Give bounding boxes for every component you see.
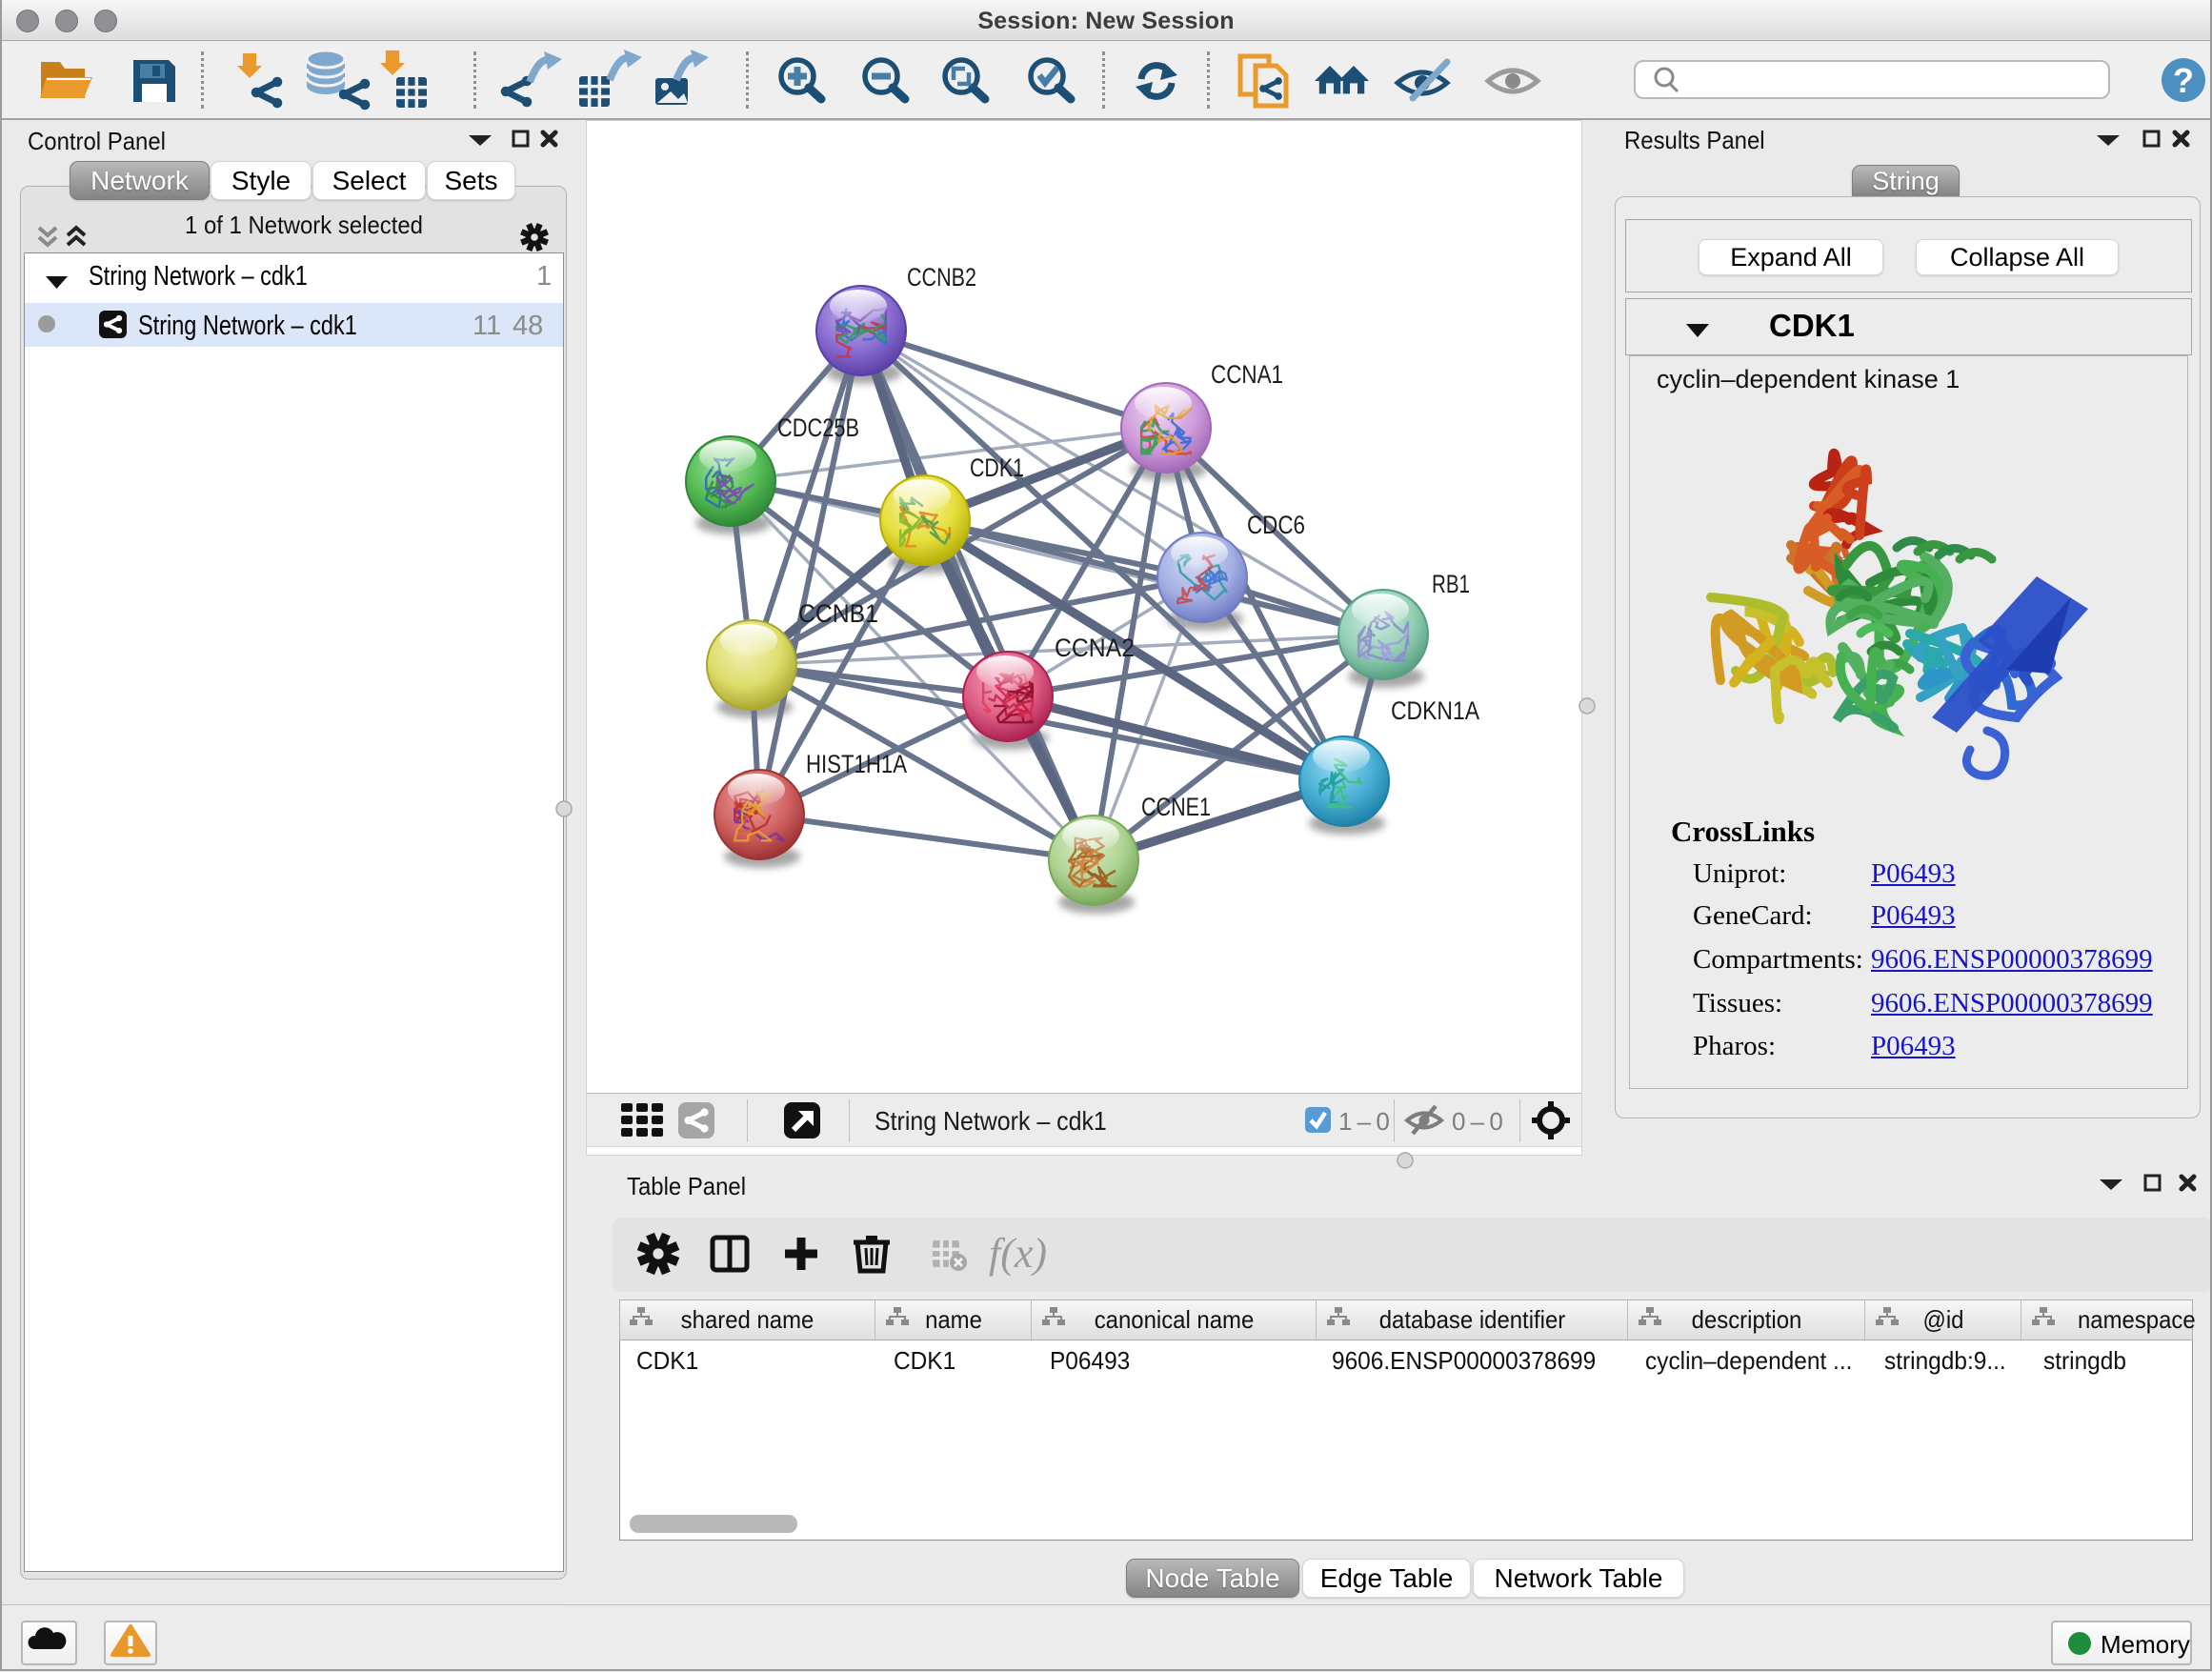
svg-text:CDK1: CDK1: [970, 453, 1024, 482]
svg-text:CCNB2: CCNB2: [907, 263, 976, 292]
svg-text:HIST1H1A: HIST1H1A: [806, 750, 907, 778]
svg-text:CDC6: CDC6: [1247, 511, 1305, 539]
svg-text:CCNB1: CCNB1: [798, 599, 878, 628]
svg-text:RB1: RB1: [1432, 570, 1470, 598]
svg-text:CDC25B: CDC25B: [777, 413, 859, 442]
svg-text:CCNE1: CCNE1: [1141, 793, 1211, 821]
svg-text:CCNA2: CCNA2: [1055, 634, 1135, 662]
svg-text:CDKN1A: CDKN1A: [1391, 696, 1479, 725]
svg-text:?: ?: [2173, 61, 2194, 100]
svg-text:CCNA1: CCNA1: [1211, 360, 1283, 389]
svg-text:f(x): f(x): [989, 1230, 1047, 1277]
